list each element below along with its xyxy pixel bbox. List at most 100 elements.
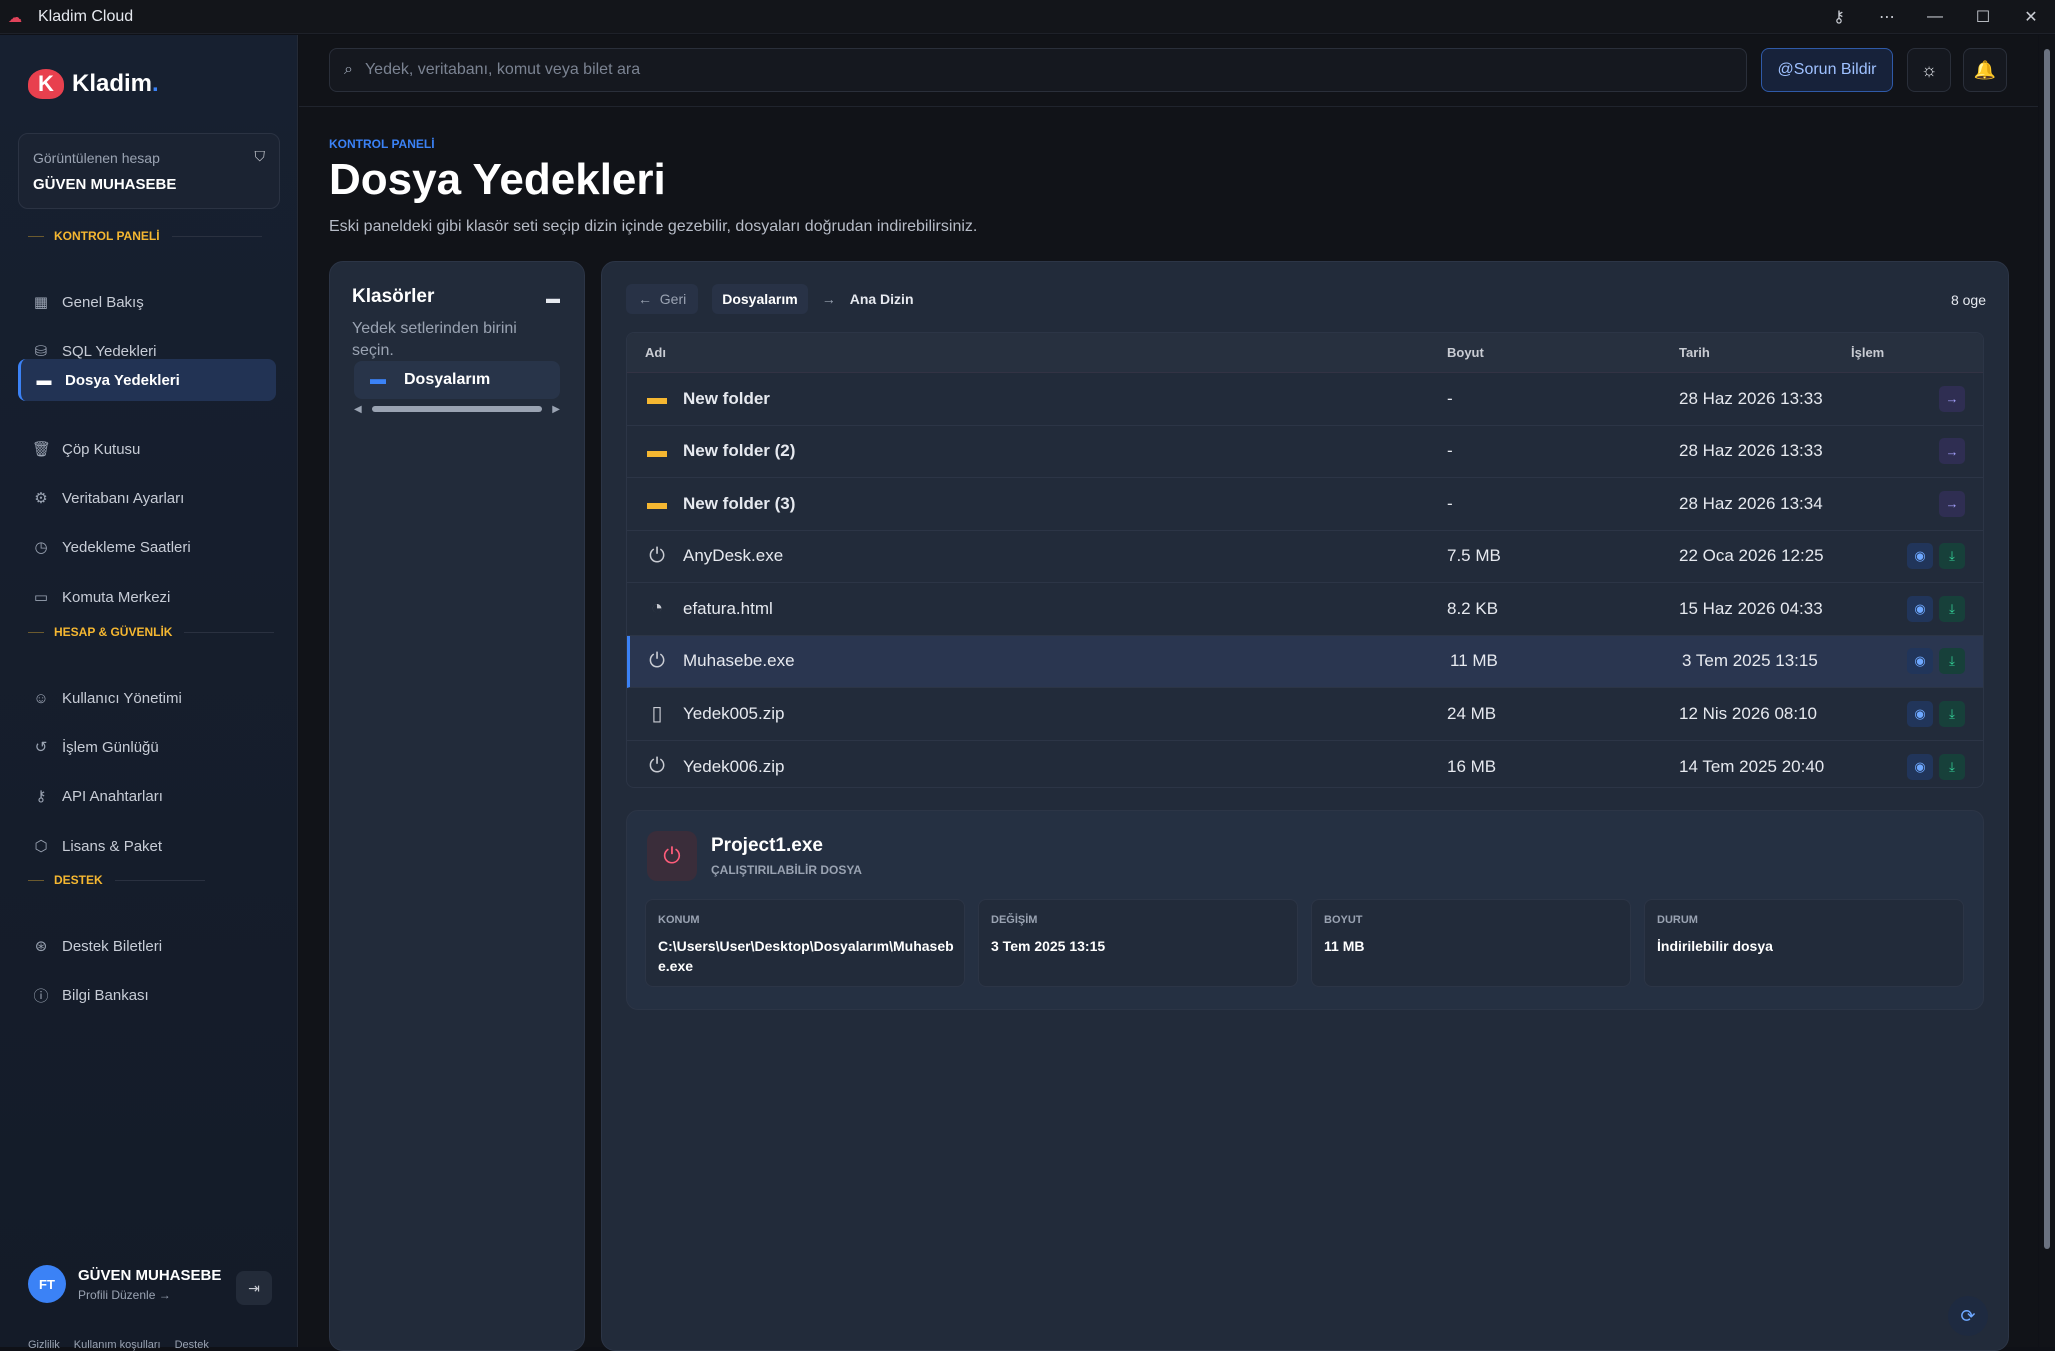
sidebar-item-tickets[interactable]: ⊛ Destek Biletleri <box>18 925 276 967</box>
detail-file-type: ÇALIŞTIRILABİLİR DOSYA <box>711 863 862 877</box>
preview-button[interactable]: ◉ <box>1907 648 1933 675</box>
folders-description: Yedek setlerinden birini seçin. <box>352 320 517 359</box>
file-table: Adı Boyut Tarih İşlem ▬ New folder - 28 H… <box>626 332 1984 788</box>
open-folder-button[interactable]: → <box>1939 385 1965 412</box>
horizontal-scrollbar[interactable]: ◀ ▶ <box>354 403 560 415</box>
table-row[interactable]: ◔ efatura.html 8.2 KB 15 Haz 2026 04:33 ◉… <box>627 583 1983 636</box>
table-row[interactable]: ▬ New folder (3) - 28 Haz 2026 13:34 → <box>627 478 1983 531</box>
preview-button[interactable]: ◉ <box>1907 700 1933 727</box>
scroll-right-icon[interactable]: ▶ <box>552 404 560 415</box>
vertical-scrollbar[interactable] <box>2039 35 2055 1347</box>
edit-profile-link[interactable]: Profili Düzenle → <box>78 1288 221 1302</box>
scrollbar-thumb[interactable] <box>2044 49 2050 1249</box>
cloud-app-icon: ☁ <box>8 8 22 25</box>
sliders-icon: ⚙ <box>34 490 48 507</box>
detail-status: DURUM İndirilebilir dosya <box>1644 899 1964 987</box>
detail-file-name: Project1.exe <box>711 835 823 856</box>
open-folder-button[interactable]: → <box>1939 438 1965 465</box>
package-icon: ⬡ <box>34 838 48 855</box>
page-title: Dosya Yedekleri <box>329 155 666 204</box>
search-box: ⌕ <box>329 48 1747 92</box>
sidebar-item-license[interactable]: ⬡ Lisans & Paket <box>18 825 276 867</box>
table-header: Adı Boyut Tarih İşlem <box>627 333 1983 373</box>
close-button[interactable]: ✕ <box>2007 0 2055 34</box>
more-icon[interactable]: ⋯ <box>1863 0 1911 34</box>
folder-icon: ▬ <box>647 439 667 462</box>
user-profile[interactable]: FT GÜVEN MUHASEBE Profili Düzenle → <box>28 1265 221 1303</box>
key-icon[interactable]: ⚷ <box>1815 0 1863 34</box>
brand-mark: K <box>28 69 64 99</box>
sidebar-item-overview[interactable]: ▦ Genel Bakış <box>18 281 276 323</box>
breadcrumb: KONTROL PANELİ <box>329 137 435 151</box>
sidebar-item-log[interactable]: ↺ İşlem Günlüğü <box>18 726 276 768</box>
column-name[interactable]: Adı <box>627 345 1447 360</box>
notifications-button[interactable]: 🔔 <box>1963 48 2007 92</box>
breadcrumb-root[interactable]: Ana Dizin <box>850 291 914 307</box>
table-row[interactable]: ⏻ Yedek006.zip 16 MB 14 Tem 2025 20:40 ◉ ⤓ <box>627 741 1983 788</box>
preview-button[interactable]: ◉ <box>1907 595 1933 622</box>
privacy-link[interactable]: Gizlilik <box>28 1339 60 1351</box>
file-browser: ← Geri Dosyalarım → Ana Dizin 8 oge Adı … <box>601 261 2009 1351</box>
path-breadcrumb: ← Geri Dosyalarım → Ana Dizin <box>626 284 914 314</box>
account-card[interactable]: Görüntülenen hesap GÜVEN MUHASEBE ⛉ <box>18 133 280 209</box>
detail-location: KONUM C:\Users\User\Desktop\Dosyalarım\M… <box>645 899 965 987</box>
scrollbar-thumb[interactable] <box>371 406 543 412</box>
sidebar-item-trash[interactable]: 🗑 Çöp Kutusu <box>18 428 276 470</box>
file-archive-icon: ▯ <box>651 703 663 726</box>
preview-button[interactable]: ◉ <box>1907 753 1933 780</box>
logout-button[interactable]: ⇥ <box>236 1271 272 1305</box>
file-clock-icon: ◔ <box>650 597 664 620</box>
download-button[interactable]: ⤓ <box>1939 700 1965 727</box>
terms-link[interactable]: Kullanım koşulları <box>74 1339 161 1351</box>
shield-icon: ⛉ <box>254 148 266 164</box>
sidebar-item-users[interactable]: ☺ Kullanıcı Yönetimi <box>18 677 276 719</box>
topbar: ⌕ @Sorun Bildir ☼ 🔔 <box>299 35 2038 107</box>
window-controls: ⚷ ⋯ — ☐ ✕ <box>1815 0 2055 34</box>
column-size[interactable]: Boyut <box>1447 345 1679 360</box>
download-button[interactable]: ⤓ <box>1939 648 1965 675</box>
power-icon: ⏻ <box>647 831 697 881</box>
table-row[interactable]: ▯ Yedek005.zip 24 MB 12 Nis 2026 08:10 ◉ ⤓ <box>627 688 1983 741</box>
folder-icon: ▬ <box>647 387 667 410</box>
database-icon: ⛁ <box>34 343 48 360</box>
folder-set-item[interactable]: ▬ Dosyalarım <box>354 361 560 399</box>
report-issue-button[interactable]: @ Sorun Bildir <box>1761 48 1893 92</box>
search-icon: ⌕ <box>344 61 353 78</box>
arrow-right-icon: → <box>821 291 836 307</box>
download-button[interactable]: ⤓ <box>1939 595 1965 622</box>
sidebar-item-schedule[interactable]: ◷ Yedekleme Saatleri <box>18 526 276 568</box>
trash-icon: 🗑 <box>32 441 52 458</box>
download-button[interactable]: ⤓ <box>1939 753 1965 780</box>
table-row[interactable]: ▬ New folder (2) - 28 Haz 2026 13:33 → <box>627 426 1983 478</box>
brand-logo[interactable]: K Kladim. <box>28 69 159 99</box>
sidebar-item-kb[interactable]: ⓘ Bilgi Bankası <box>18 974 276 1016</box>
theme-toggle-button[interactable]: ☼ <box>1907 48 1951 92</box>
sidebar-item-db-settings[interactable]: ⚙ Veritabanı Ayarları <box>18 477 276 519</box>
preview-button[interactable]: ◉ <box>1907 543 1933 570</box>
column-date[interactable]: Tarih <box>1679 345 1851 360</box>
breadcrumb-current[interactable]: Dosyalarım <box>712 284 808 314</box>
open-folder-button[interactable]: → <box>1939 490 1965 517</box>
download-button[interactable]: ⤓ <box>1939 543 1965 570</box>
sidebar-item-command[interactable]: ▭ Komuta Merkezi <box>18 576 276 618</box>
account-label: Görüntülenen hesap <box>33 150 160 166</box>
back-button[interactable]: ← Geri <box>626 284 699 314</box>
maximize-button[interactable]: ☐ <box>1959 0 2007 34</box>
table-row-selected[interactable]: ⏻ Muhasebe.exe 11 MB 3 Tem 2025 13:15 ◉ ⤓ <box>627 635 1983 688</box>
scroll-left-icon[interactable]: ◀ <box>354 404 362 415</box>
arrow-left-icon: ← <box>638 291 652 307</box>
sidebar-item-files[interactable]: ▬ Dosya Yedekleri <box>18 359 276 401</box>
minimize-button[interactable]: — <box>1911 0 1959 34</box>
sidebar-item-api[interactable]: ⚷ API Anahtarları <box>18 775 276 817</box>
search-input[interactable] <box>364 61 1665 79</box>
brand-name: Kladim. <box>72 70 159 97</box>
section-security: HESAP & GÜVENLİK <box>28 625 274 639</box>
table-row[interactable]: ⏻ AnyDesk.exe 7.5 MB 22 Oca 2026 12:25 ◉ ⤓ <box>627 531 1983 583</box>
detail-modified: DEĞİŞİM 3 Tem 2025 13:15 <box>978 899 1298 987</box>
refresh-button[interactable]: ⟳ <box>1948 1296 1988 1336</box>
folder-icon: ▬ <box>546 290 560 306</box>
table-row[interactable]: ▬ New folder - 28 Haz 2026 13:33 → <box>627 373 1983 426</box>
support-link[interactable]: Destek <box>175 1339 209 1351</box>
window-title: Kladim Cloud <box>38 7 134 25</box>
avatar: FT <box>28 1265 66 1303</box>
